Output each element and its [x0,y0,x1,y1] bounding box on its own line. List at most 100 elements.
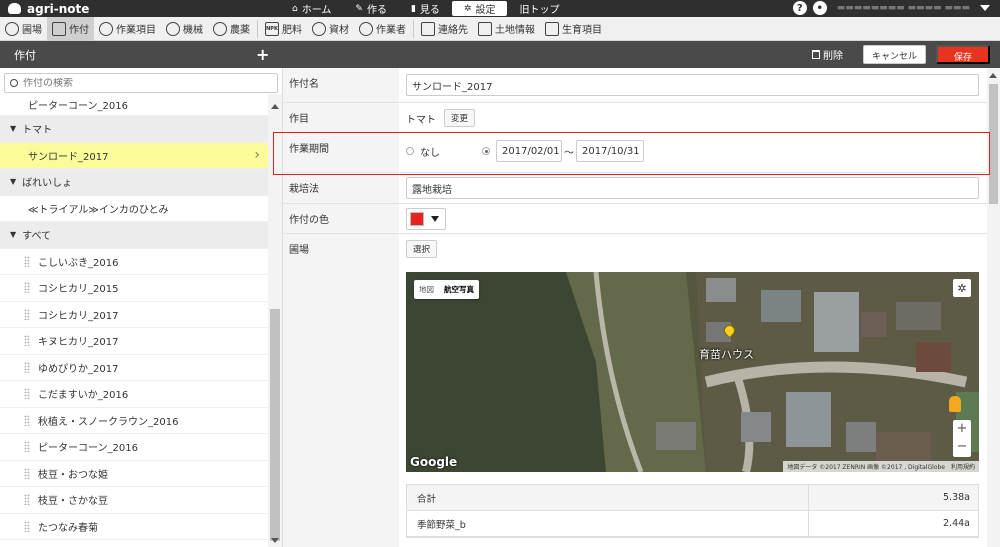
group-header-all[interactable]: ▼ すべて [0,222,268,249]
list-item[interactable]: 枝豆・おつな姫 [0,461,268,487]
module-land-info[interactable]: 土地情報 [473,17,540,41]
main-scrollbar[interactable] [987,68,1000,547]
pegman-icon[interactable] [949,396,961,412]
method-input[interactable]: 露地栽培 [406,177,979,199]
scroll-down-arrow-icon[interactable] [271,538,279,543]
crop-name-input[interactable]: サンロード_2017 [406,74,979,96]
nav-create[interactable]: ✎ 作る [343,1,399,17]
sidebar-scrollbar[interactable] [268,94,282,547]
nav-settings[interactable]: ✲ 設定 [451,1,508,16]
zoom-out-button[interactable]: − [957,438,968,456]
drag-handle-icon[interactable] [24,441,30,453]
drag-handle-icon[interactable] [24,308,30,320]
user-avatar[interactable]: • [812,1,827,15]
list-item[interactable]: コシヒカリ_2015 [0,275,268,302]
scroll-up-arrow-icon[interactable] [989,73,997,78]
gear-icon: ✲ [463,3,472,14]
crop-search-input[interactable] [23,77,263,89]
group-header-potato[interactable]: ▼ ばれいしょ [0,169,268,196]
crop-search-box[interactable] [4,73,278,93]
collapse-triangle-icon: ▼ [10,124,17,134]
color-swatch [410,212,424,226]
module-pesticide[interactable]: 農薬 [208,17,255,41]
module-contact[interactable]: 連絡先 [416,17,473,41]
toolbar-divider [413,19,414,38]
crop-name-wrap: サンロード_2017 [406,74,979,96]
period-none-radio[interactable] [406,147,414,155]
drag-handle-icon[interactable] [24,467,30,479]
module-growth-item[interactable]: 生育項目 [540,17,607,41]
module-field[interactable]: 圃場 [0,17,47,41]
list-item[interactable]: ゆめぴりか_2017 [0,355,268,381]
scroll-up-arrow-icon[interactable] [271,104,279,109]
toolbar-divider [257,19,258,38]
map-zoom-control: + − [953,420,971,457]
drag-handle-icon[interactable] [24,361,30,373]
period-range-radio[interactable] [482,147,490,155]
list-item[interactable]: こしいぶき_2016 [0,249,268,275]
wheelbarrow-icon [312,21,326,36]
nav-old-top[interactable]: 旧トップ [507,1,571,16]
nav-home[interactable]: ⌂ ホーム [280,1,343,17]
map-type-map[interactable]: 地図 [414,280,439,299]
module-fertilizer[interactable]: NPK 肥料 [260,17,307,41]
form-row-item: 作目 トマト 変更 [283,103,987,133]
drag-handle-icon[interactable] [24,282,30,294]
list-item[interactable]: こだますいか_2016 [0,381,268,408]
period-label: 作業期間 [283,133,399,172]
book-icon: ▮ [410,3,416,14]
drag-handle-icon[interactable] [24,335,30,347]
cancel-button[interactable]: キャンセル [862,45,926,64]
color-picker[interactable] [406,208,446,230]
area-name: 合計 [417,493,437,505]
list-item[interactable]: ピーターコーン_2016 [0,434,268,461]
person-icon [359,21,373,36]
field-label: 圃場 [283,234,399,547]
save-button[interactable]: 保存 [935,45,990,64]
select-field-button[interactable]: 選択 [406,240,438,258]
list-item[interactable]: ピーターコーン_2016 [0,94,268,116]
top-bar: agri-note ⌂ ホーム ✎ 作る ▮ 見る ✲ 設定 旧トップ ? • ▬▬▬▬… [0,0,1000,17]
crop-list: ピーターコーン_2016 ▼ トマト サンロード_2017 › ▼ ばれいしょ ≪トラ… [0,94,268,540]
add-crop-button[interactable]: + [256,45,269,64]
list-item[interactable]: たつなみ春菊 [0,514,268,540]
drag-handle-icon[interactable] [24,520,30,532]
period-end-input[interactable]: 2017/10/31 [576,140,644,162]
nav-view[interactable]: ▮ 見る [399,1,452,17]
trash-icon [811,50,820,59]
map-settings-gear-icon[interactable]: ✲ [953,279,971,297]
module-machine[interactable]: 機械 [161,17,208,41]
list-item-selected[interactable]: サンロード_2017 › [0,142,268,169]
delete-button[interactable]: 削除 [811,47,843,62]
change-item-button[interactable]: 変更 [444,109,476,127]
list-item[interactable]: 枝豆・さかな豆 [0,487,268,514]
scrollbar-thumb[interactable] [989,84,998,204]
crop-sidebar: ピーターコーン_2016 ▼トマト サンロード_2017› ▼ばれいしょ ≪トラ… [0,68,283,547]
scrollbar-thumb[interactable] [270,309,280,541]
module-worker[interactable]: 作業者 [354,17,411,41]
drag-handle-icon[interactable] [24,255,30,267]
satellite-map[interactable]: 地図 航空写真 ✲ 育苗ハウス + − Google 地図データ ©2017 Z… [406,272,979,472]
list-item[interactable]: キヌヒカリ_2017 [0,328,268,355]
list-item[interactable]: 秋植え・スノークラウン_2016 [0,408,268,434]
app-logo[interactable]: agri-note [0,2,280,16]
zoom-in-button[interactable]: + [957,420,968,438]
drag-handle-icon[interactable] [24,388,30,400]
map-type-satellite[interactable]: 航空写真 [439,280,479,299]
list-item[interactable]: ≪トライアル≫インカのひとみ [0,196,268,222]
module-work-item[interactable]: 作業項目 [94,17,161,41]
drag-handle-icon[interactable] [24,414,30,426]
form-row-color: 作付の色 [283,204,987,234]
home-icon: ⌂ [292,3,298,14]
user-menu-caret-icon[interactable] [980,5,990,11]
list-item[interactable]: コシヒカリ_2017 [0,302,268,328]
collapse-triangle-icon: ▼ [10,177,17,187]
help-icon[interactable]: ? [792,1,807,15]
module-material[interactable]: 資材 [307,17,354,41]
growth-icon [545,21,559,36]
module-crop[interactable]: 作付 [47,16,94,41]
form-row-period: 作業期間 なし 2017/02/01 〜 2017/10/31 [283,133,987,173]
group-header-tomato[interactable]: ▼ トマト [0,116,268,143]
period-start-input[interactable]: 2017/02/01 [496,140,562,162]
drag-handle-icon[interactable] [24,494,30,506]
